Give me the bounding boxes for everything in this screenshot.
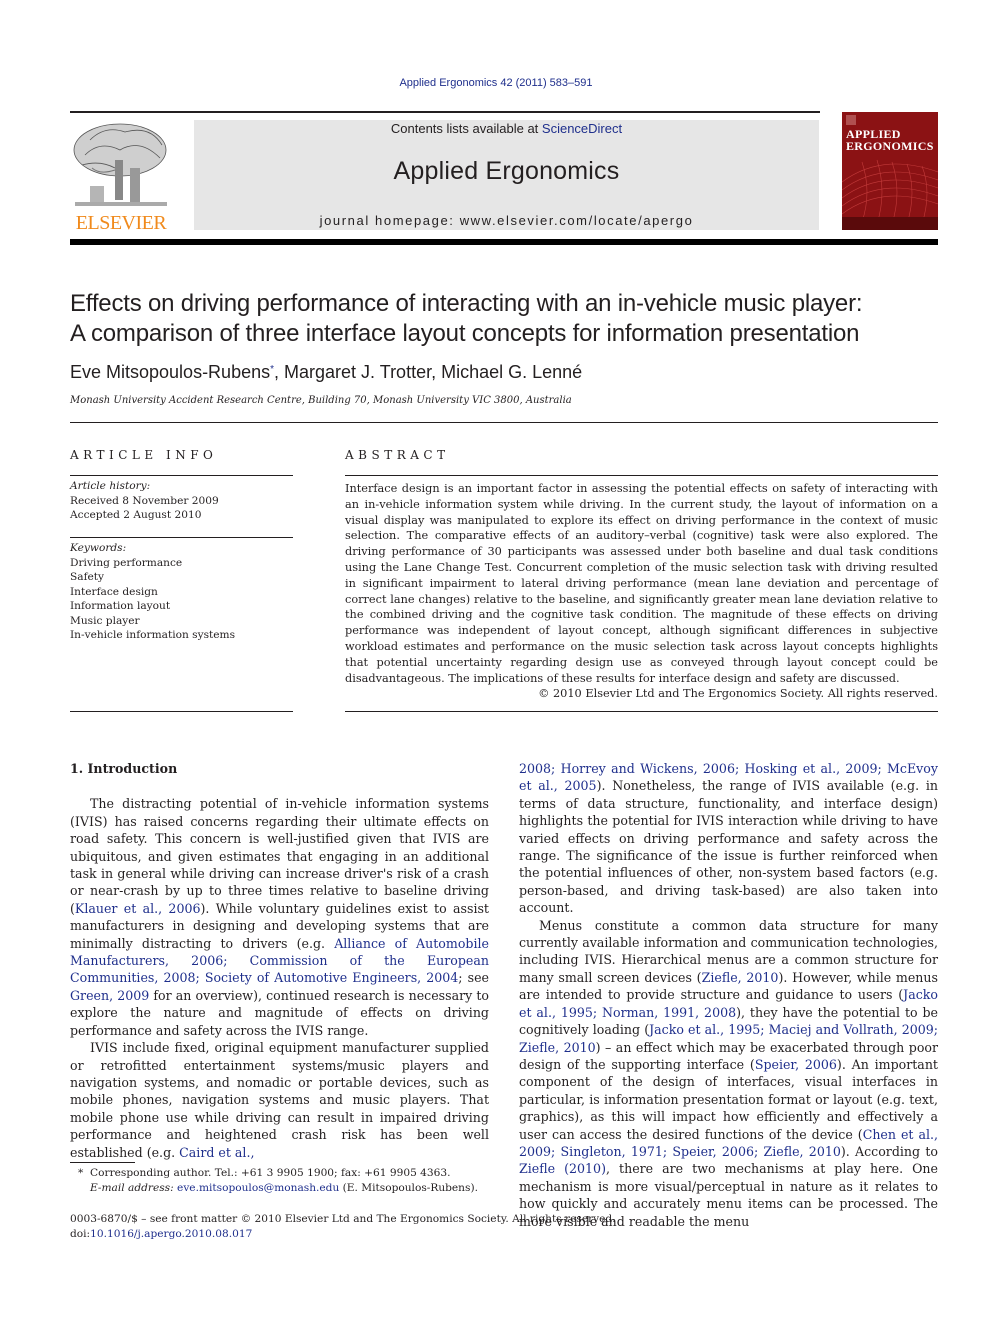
section-heading-introduction: 1. Introduction <box>70 761 178 776</box>
contents-line: Contents lists available at ScienceDirec… <box>194 121 819 136</box>
author-name[interactable]: Michael G. Lenné <box>441 362 582 382</box>
journal-name: Applied Ergonomics <box>393 157 620 185</box>
doi-link[interactable]: 10.1016/j.apergo.2010.08.017 <box>90 1228 252 1240</box>
corresponding-author-contact: Corresponding author. Tel.: +61 3 9905 1… <box>90 1167 451 1179</box>
received-date: Received 8 November 2009 <box>70 494 219 507</box>
abstract-copyright: © 2010 Elsevier Ltd and The Ergonomics S… <box>538 687 938 700</box>
keywords-label: Keywords: <box>70 542 127 554</box>
paragraph: The distracting potential of in-vehicle … <box>70 795 489 1039</box>
divider <box>345 711 938 712</box>
keyword: Safety <box>70 571 105 583</box>
publication-info: 0003-6870/$ – see front matter © 2010 El… <box>70 1212 616 1242</box>
author-name[interactable]: Margaret J. Trotter <box>284 362 431 382</box>
paragraph: IVIS include fixed, original equipment m… <box>70 1039 489 1161</box>
citation-link[interactable]: Ziefle, 2010 <box>702 970 779 985</box>
paragraph: 2008; Horrey and Wickens, 2006; Hosking … <box>519 760 938 917</box>
author-list: Eve Mitsopoulos-Rubens*, Margaret J. Tro… <box>70 362 583 382</box>
citation-link[interactable]: Caird et al., <box>179 1145 254 1160</box>
divider <box>345 475 938 476</box>
author-name[interactable]: Eve Mitsopoulos-Rubens <box>70 362 270 382</box>
paragraph-text: IVIS include fixed, original equipment m… <box>70 1040 489 1160</box>
accepted-date: Accepted 2 August 2010 <box>70 509 202 521</box>
footnote-rule <box>70 1162 135 1163</box>
keyword: In-vehicle information systems <box>70 629 236 641</box>
keyword: Information layout <box>70 600 171 612</box>
article-title: Effects on driving performance of intera… <box>70 289 950 349</box>
divider <box>70 537 293 538</box>
body-column-right: 2008; Horrey and Wickens, 2006; Hosking … <box>519 760 938 1230</box>
header-rule <box>70 111 820 113</box>
cover-title: APPLIED ERGONOMICS <box>846 128 934 152</box>
article-title-line2: A comparison of three interface layout c… <box>70 320 860 347</box>
paragraph-text: ). According to <box>840 1143 938 1159</box>
journal-reference-link[interactable]: Applied Ergonomics 42 (2011) 583–591 <box>0 77 992 89</box>
article-history-label: Article history: <box>70 480 151 492</box>
divider <box>70 711 293 712</box>
journal-banner: Contents lists available at ScienceDirec… <box>194 120 819 230</box>
citation-link[interactable]: Klauer et al., 2006 <box>75 901 201 916</box>
divider <box>70 475 293 476</box>
journal-cover-thumbnail: APPLIED ERGONOMICS <box>842 112 938 230</box>
keywords-block: Keywords: Driving performance Safety Int… <box>70 541 235 643</box>
abstract-text: Interface design is an important factor … <box>345 482 938 685</box>
header-thick-rule <box>70 239 938 245</box>
article-history: Article history: Received 8 November 200… <box>70 479 219 523</box>
doi-label: doi: <box>70 1228 91 1240</box>
footnote: * Corresponding author. Tel.: +61 3 9905… <box>78 1166 478 1196</box>
citation-link[interactable]: Ziefle (2010) <box>519 1161 606 1176</box>
citation-link[interactable]: Green, 2009 <box>70 988 149 1003</box>
elsevier-logo-text: ELSEVIER <box>75 212 167 234</box>
sciencedirect-link[interactable]: ScienceDirect <box>542 121 622 136</box>
paragraph-text: ; see <box>458 970 489 986</box>
title-rule <box>70 422 938 423</box>
author-email-link[interactable]: eve.mitsopoulos@monash.edu <box>177 1182 339 1194</box>
cover-title-line2: ERGONOMICS <box>846 139 934 153</box>
email-suffix: (E. Mitsopoulos-Rubens). <box>339 1182 478 1194</box>
abstract-heading: ABSTRACT <box>345 448 450 462</box>
contents-prefix: Contents lists available at <box>390 121 542 136</box>
paragraph-text: ). Nonetheless, the range of IVIS availa… <box>519 778 938 916</box>
keyword: Interface design <box>70 585 158 598</box>
paragraph: Menus constitute a common data structure… <box>519 917 938 1230</box>
article-title-line1: Effects on driving performance of intera… <box>70 290 863 317</box>
issn-line: 0003-6870/$ – see front matter © 2010 El… <box>70 1213 616 1225</box>
article-info-heading: ARTICLE INFO <box>70 448 218 462</box>
keyword: Music player <box>70 614 140 627</box>
journal-homepage[interactable]: journal homepage: www.elsevier.com/locat… <box>194 213 819 228</box>
body-column-left: 1. Introduction The distracting potentia… <box>70 760 489 1161</box>
email-label: E-mail address: <box>90 1182 178 1194</box>
footnote-mark: * <box>78 1167 84 1179</box>
keyword: Driving performance <box>70 556 183 569</box>
paragraph-text: The distracting potential of in-vehicle … <box>70 796 489 916</box>
citation-link[interactable]: Speier, 2006 <box>755 1057 837 1072</box>
author-affiliation: Monash University Accident Research Cent… <box>70 395 572 406</box>
